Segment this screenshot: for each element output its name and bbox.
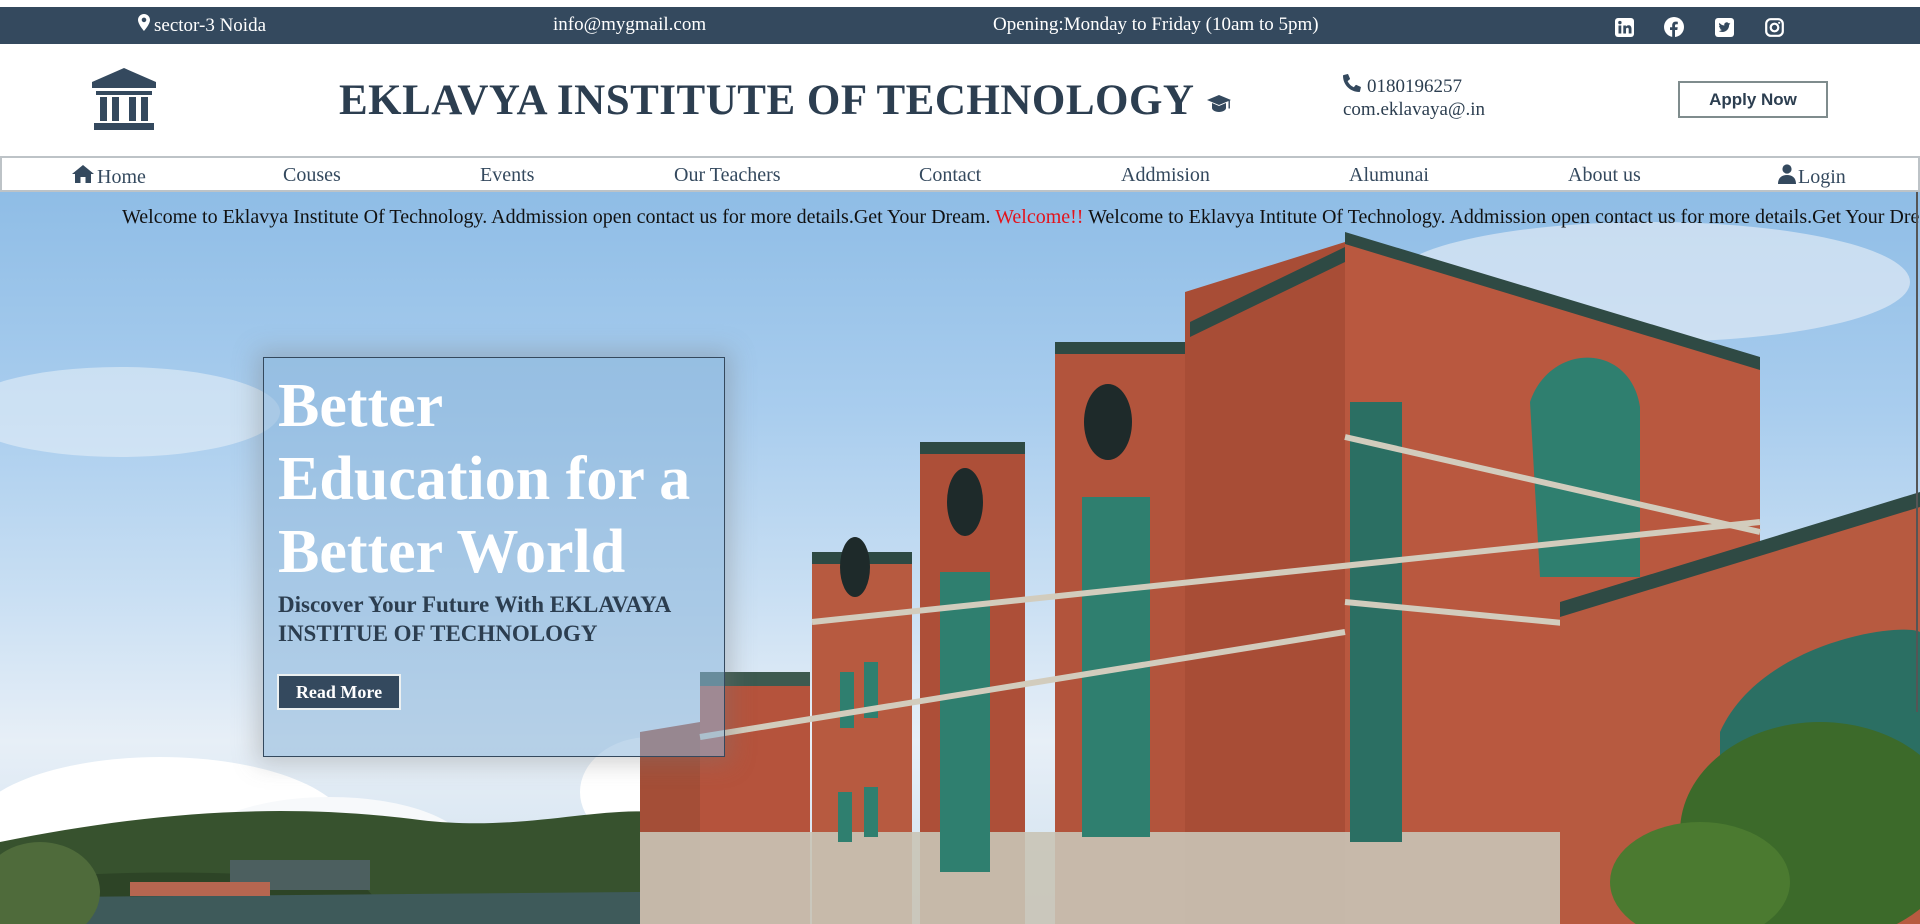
nav-item-contact[interactable]: Contact — [919, 164, 981, 187]
nav-label[interactable]: Couses — [283, 164, 341, 187]
nav-label[interactable]: Contact — [919, 164, 981, 187]
opening-hours: Opening:Monday to Friday (10am to 5pm) — [993, 14, 1319, 36]
graduation-cap-icon — [1206, 76, 1232, 125]
apply-now-button[interactable]: Apply Now — [1678, 81, 1828, 118]
user-icon — [1778, 164, 1796, 190]
map-pin-icon — [138, 14, 150, 37]
instagram-icon[interactable] — [1762, 15, 1786, 39]
read-more-button[interactable]: Read More — [277, 674, 401, 710]
marquee-text-part1: Welcome to Eklavya Institute Of Technolo… — [122, 206, 996, 228]
hero-title: Better Education for a Better World — [278, 372, 691, 586]
page-top-strip — [0, 0, 1920, 7]
nav-label[interactable]: Alumunai — [1349, 164, 1429, 187]
nav-item-login[interactable]: Login — [1778, 164, 1846, 190]
site-title[interactable]: EKLAVYA INSTITUTE OF TECHNOLOGY — [339, 76, 1232, 125]
twitter-icon[interactable] — [1712, 15, 1736, 39]
nav-label[interactable]: Login — [1798, 166, 1846, 189]
main-nav: Home Couses Events Our Teachers Contact … — [0, 156, 1920, 192]
location-info: sector-3 Noida — [138, 14, 266, 37]
nav-item-home[interactable]: Home — [71, 164, 146, 190]
header-contact: 0180196257 com.eklavaya@.in — [1343, 74, 1485, 121]
marquee-text-part2: Welcome to Eklavya Intitute Of Technolog… — [1083, 206, 1920, 228]
location-text: sector-3 Noida — [154, 14, 266, 36]
nav-item-about-us[interactable]: About us — [1568, 164, 1641, 187]
marquee-highlight: Welcome!! — [995, 206, 1084, 228]
nav-label[interactable]: Home — [97, 166, 146, 189]
facebook-icon[interactable] — [1662, 15, 1686, 39]
email-info[interactable]: info@mygmail.com — [553, 14, 706, 36]
hero-section: Welcome to Eklavya Institute Of Technolo… — [0, 192, 1920, 924]
nav-item-alumni[interactable]: Alumunai — [1349, 164, 1429, 187]
institute-building-icon[interactable] — [90, 66, 158, 132]
social-links — [1612, 15, 1786, 39]
hero-card: Better Education for a Better World Disc… — [263, 357, 725, 757]
phone-row[interactable]: 0180196257 — [1343, 74, 1485, 98]
phone-icon — [1343, 74, 1361, 98]
nav-label[interactable]: Our Teachers — [674, 164, 781, 187]
nav-item-admission[interactable]: Addmision — [1121, 164, 1210, 187]
site-title-text[interactable]: EKLAVYA INSTITUTE OF TECHNOLOGY — [339, 76, 1194, 125]
nav-item-events[interactable]: Events — [480, 164, 534, 187]
header-email[interactable]: com.eklavaya@.in — [1343, 98, 1485, 121]
nav-label[interactable]: Addmision — [1121, 164, 1210, 187]
nav-item-courses[interactable]: Couses — [283, 164, 341, 187]
vertical-scrollbar[interactable] — [1916, 192, 1918, 712]
nav-item-our-teachers[interactable]: Our Teachers — [674, 164, 781, 187]
header-email-row[interactable]: com.eklavaya@.in — [1343, 98, 1485, 121]
welcome-marquee: Welcome to Eklavya Institute Of Technolo… — [122, 206, 1920, 229]
home-icon — [71, 164, 95, 190]
hero-subtitle: Discover Your Future With EKLAVAYA INSTI… — [278, 592, 670, 646]
nav-label[interactable]: Events — [480, 164, 534, 187]
phone-number[interactable]: 0180196257 — [1367, 75, 1462, 98]
opening-hours-text: Opening:Monday to Friday (10am to 5pm) — [993, 14, 1319, 35]
nav-label[interactable]: About us — [1568, 164, 1641, 187]
site-header: EKLAVYA INSTITUTE OF TECHNOLOGY 01801962… — [0, 44, 1920, 156]
linkedin-icon[interactable] — [1612, 15, 1636, 39]
top-info-bar: sector-3 Noida info@mygmail.com Opening:… — [0, 7, 1920, 44]
email-text[interactable]: info@mygmail.com — [553, 14, 706, 36]
